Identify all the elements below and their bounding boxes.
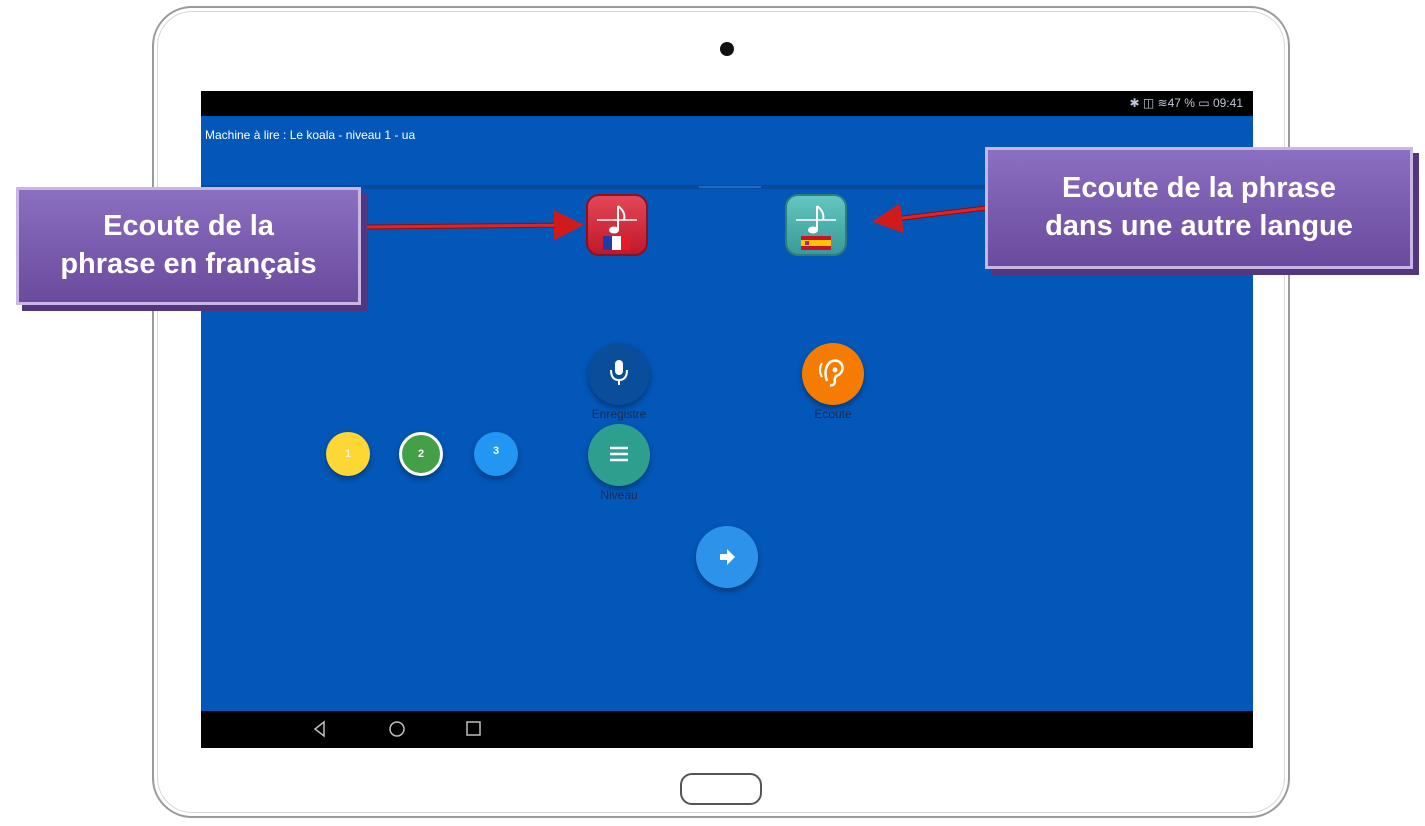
listen-button[interactable] [802,343,864,405]
recents-icon[interactable] [465,720,483,738]
level-1-button[interactable]: 1 [326,432,370,476]
front-camera [720,42,734,56]
level-3-label: 3 [492,445,500,457]
level-label: Niveau [600,488,638,502]
callout-french-line-1: Ecoute de la [103,210,274,243]
next-button[interactable] [696,526,758,588]
level-menu-button[interactable] [588,424,650,486]
status-bar: ✱ ◫ ≋47 % ▭ 09:41 [201,91,1253,116]
record-button[interactable] [588,343,650,405]
callout-other-line-1: Ecoute de la phrase [1061,172,1336,205]
arrow-right-icon [720,549,735,565]
callout-other-language: Ecoute de la phrase dans une autre langu… [985,147,1413,269]
home-icon[interactable] [388,720,406,738]
listen-label: Ecoute [814,407,852,421]
callout-other-line-2: dans une autre langue [1045,210,1353,242]
callout-french: Ecoute de la phrase en français [16,187,361,305]
level-2-button[interactable]: 2 [399,432,443,476]
android-nav-bar [201,711,1253,748]
listen-other-language-button[interactable] [785,194,847,256]
tablet-home-button[interactable] [680,773,762,805]
status-indicators: ✱ ◫ ≋47 % ▭ 09:41 [1129,96,1243,110]
level-2-label: 2 [417,448,425,460]
callout-french-line-2: phrase en français [60,248,317,280]
spain-flag-icon [801,236,831,250]
record-label: Enregistre [591,407,647,421]
menu-icon [610,446,628,462]
microphone-icon [610,360,628,385]
level-1-label: 1 [344,448,352,460]
listen-french-button[interactable] [586,194,648,256]
page-title: Machine à lire : Le koala - niveau 1 - u… [205,128,416,142]
france-flag-icon [603,236,630,250]
hearing-icon [819,359,844,387]
tab-indicator [699,186,761,188]
back-icon[interactable] [311,720,329,738]
level-3-button[interactable]: 3 [474,432,518,476]
